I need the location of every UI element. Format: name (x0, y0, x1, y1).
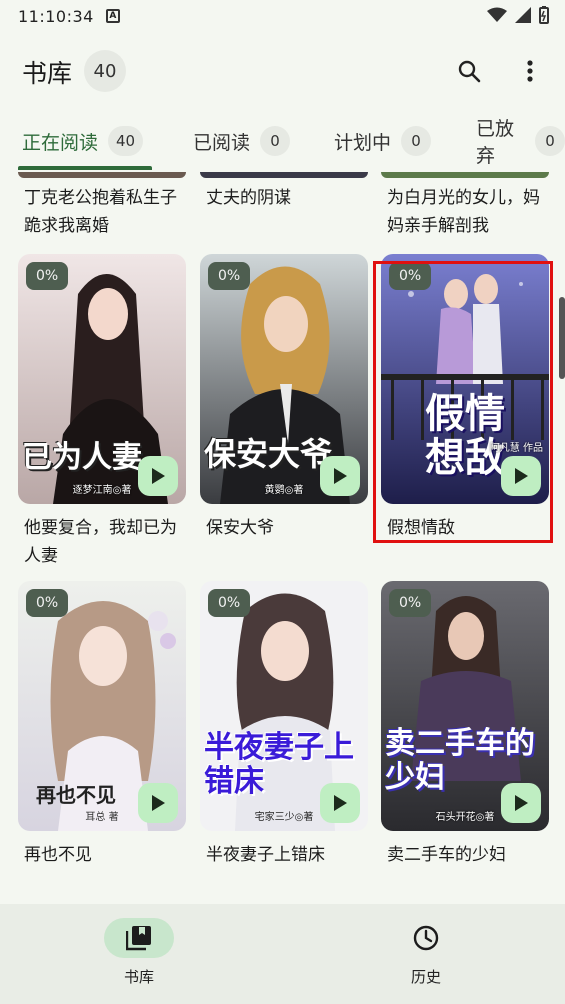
selected-book-highlight (373, 261, 553, 543)
nav-library[interactable]: 书库 (69, 904, 209, 1004)
progress-badge: 0% (26, 262, 69, 290)
progress-badge: 0% (208, 262, 251, 290)
book-cover[interactable]: 保安大爷 黄鹦◎著 0% (200, 254, 368, 504)
tab-count-badge: 0 (260, 126, 291, 156)
play-icon (515, 795, 528, 811)
play-icon (334, 795, 347, 811)
nav-label: 书库 (123, 968, 154, 986)
search-icon (458, 60, 481, 83)
tab-reading[interactable]: 正在阅读 40 (22, 118, 144, 164)
search-button[interactable] (454, 56, 484, 86)
tab-dropped[interactable]: 已放弃 0 (476, 118, 565, 167)
book-title[interactable]: 他要复合，我却已为人妻 (18, 514, 186, 570)
status-bar: 11:10:34 A (0, 0, 565, 32)
page-title: 书库 (22, 59, 73, 88)
book-cover[interactable]: 已为人妻 逐梦江南◎著 0% (18, 254, 186, 504)
scrollbar[interactable] (559, 297, 565, 379)
play-button[interactable] (320, 456, 360, 496)
book-cover[interactable]: 卖二手车的少妇 石头开花◎著 0% (381, 581, 549, 831)
play-icon (152, 468, 165, 484)
tab-count-badge: 0 (535, 126, 565, 156)
book-title[interactable]: 丈夫的阴谋 (200, 184, 368, 212)
history-icon (413, 925, 439, 951)
nav-active-indicator (104, 918, 174, 958)
nav-label: 历史 (410, 968, 441, 986)
book-title[interactable]: 卖二手车的少妇 (381, 841, 549, 869)
book-cover[interactable]: 再也不见 耳总 著 0% (18, 581, 186, 831)
tab-bar: 正在阅读 40 已阅读 0 计划中 0 已放弃 0 (0, 118, 565, 172)
play-icon (334, 468, 347, 484)
book-card[interactable]: 半夜妻子上错床 宅家三少◎著 0% 半夜妻子上错床 (200, 581, 368, 869)
book-cover[interactable]: 半夜妻子上错床 宅家三少◎著 0% (200, 581, 368, 831)
book-title[interactable]: 半夜妻子上错床 (200, 841, 368, 869)
tab-indicator (18, 166, 152, 170)
book-cover-peek (18, 172, 186, 178)
notification-icon: A (105, 9, 120, 23)
book-title[interactable]: 丁克老公抱着私生子跪求我离婚 (18, 184, 186, 240)
library-icon (126, 926, 151, 951)
book-card[interactable]: 再也不见 耳总 著 0% 再也不见 (18, 581, 186, 869)
library-count-badge: 40 (84, 50, 126, 92)
tab-label: 已阅读 (193, 131, 251, 154)
play-button[interactable] (138, 783, 178, 823)
book-card[interactable]: 卖二手车的少妇 石头开花◎著 0% 卖二手车的少妇 (381, 581, 549, 869)
progress-badge: 0% (26, 589, 69, 617)
more-options-button[interactable] (515, 56, 545, 86)
book-title[interactable]: 为白月光的女儿，妈妈亲手解剖我 (381, 184, 549, 240)
book-title[interactable]: 保安大爷 (200, 514, 368, 542)
book-card[interactable]: 已为人妻 逐梦江南◎著 0% 他要复合，我却已为人妻 (18, 254, 186, 570)
play-icon (152, 795, 165, 811)
nav-icon-container (391, 918, 461, 958)
play-button[interactable] (501, 783, 541, 823)
tab-count-badge: 0 (401, 126, 432, 156)
wifi-icon (487, 7, 507, 22)
status-time: 11:10:34 (18, 6, 94, 26)
tab-planned[interactable]: 计划中 0 (334, 118, 432, 164)
play-button[interactable] (138, 456, 178, 496)
battery-icon (539, 6, 549, 24)
tab-count-badge: 40 (108, 126, 144, 156)
progress-badge: 0% (389, 589, 432, 617)
book-title[interactable]: 再也不见 (18, 841, 186, 869)
more-vert-icon (527, 60, 533, 82)
signal-icon (515, 7, 531, 23)
tab-label: 已放弃 (476, 118, 515, 167)
tab-read[interactable]: 已阅读 0 (193, 118, 291, 164)
book-card[interactable]: 保安大爷 黄鹦◎著 0% 保安大爷 (200, 254, 368, 542)
bottom-navigation: 书库 历史 (0, 904, 565, 1004)
progress-badge: 0% (208, 589, 251, 617)
play-button[interactable] (320, 783, 360, 823)
app-bar: 书库 40 (0, 42, 565, 100)
nav-history[interactable]: 历史 (356, 904, 496, 1004)
book-grid: 丁克老公抱着私生子跪求我离婚 丈夫的阴谋 为白月光的女儿，妈妈亲手解剖我 已为人… (0, 172, 565, 904)
tab-label: 计划中 (334, 131, 392, 154)
book-cover-peek (381, 172, 549, 178)
book-cover-peek (200, 172, 368, 178)
tab-label: 正在阅读 (22, 131, 99, 154)
